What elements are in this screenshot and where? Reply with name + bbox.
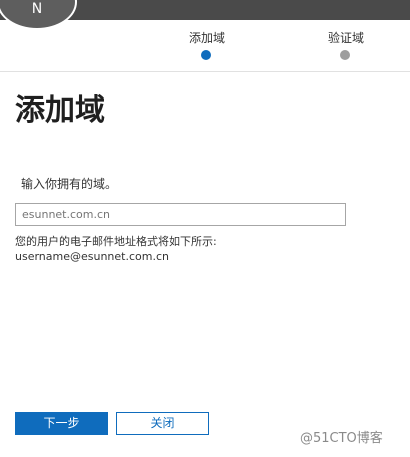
avatar-initial: N (31, 1, 43, 17)
email-format-example: username@esunnet.com.cn (15, 250, 169, 263)
domain-prompt: 输入你拥有的域。 (21, 177, 118, 191)
step-add-domain-label: 添加域 (188, 31, 225, 45)
next-button[interactable]: 下一步 (15, 412, 108, 435)
wizard-steps: 添加域 验证域 (0, 20, 410, 72)
email-format-label: 您的用户的电子邮件地址格式将如下所示: (15, 235, 217, 248)
step-add-domain-dot (201, 50, 211, 60)
close-button[interactable]: 关闭 (116, 412, 209, 435)
domain-input[interactable] (15, 203, 346, 226)
page-title: 添加域 (15, 93, 105, 128)
step-verify-domain-label: 验证域 (327, 31, 364, 45)
step-verify-domain-dot (340, 50, 350, 60)
watermark: @51CTO博客 (300, 431, 383, 446)
